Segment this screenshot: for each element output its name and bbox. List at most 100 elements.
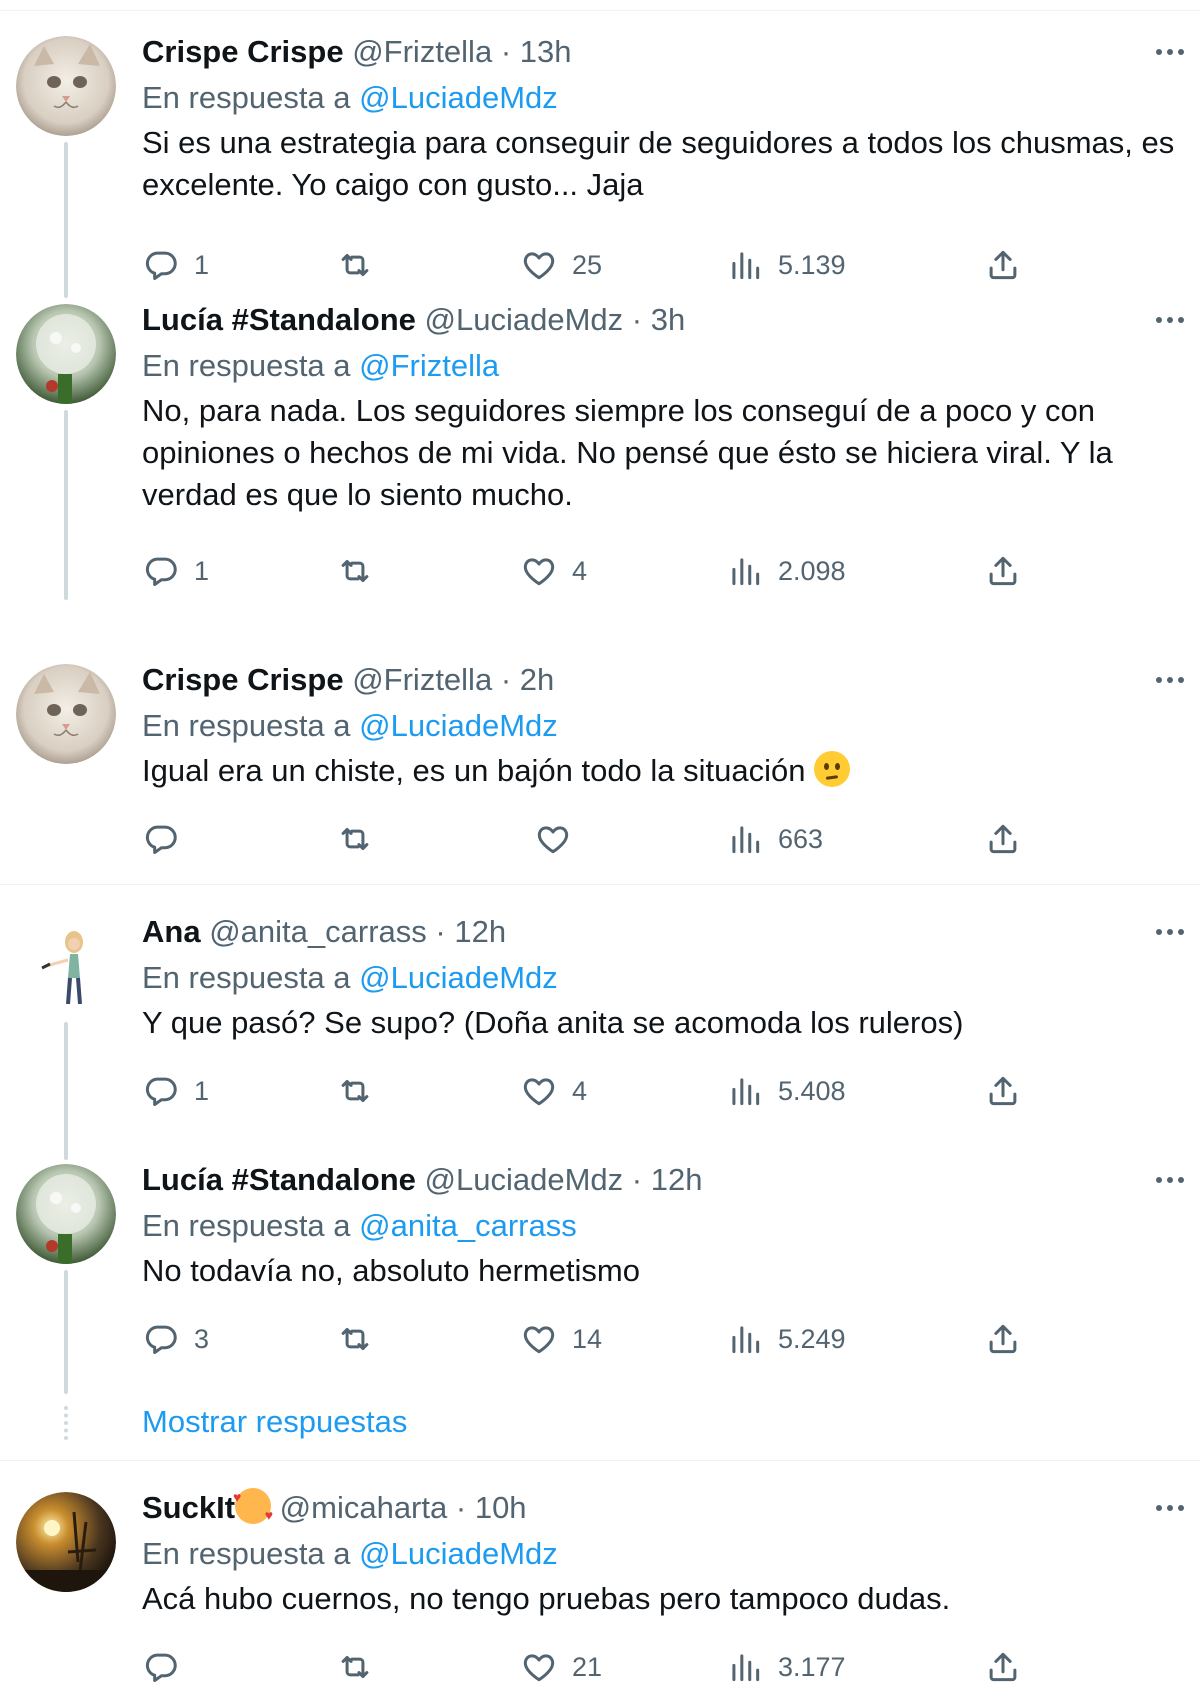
reply-icon bbox=[142, 820, 180, 858]
tweet-actions: 1 25 5.139 bbox=[142, 240, 1042, 290]
thread-line bbox=[64, 1022, 68, 1160]
author-handle[interactable]: @anita_carrass bbox=[209, 914, 427, 949]
mention-link[interactable]: @Friztella bbox=[359, 348, 499, 383]
confused-face-emoji-icon bbox=[814, 751, 851, 787]
author-handle[interactable]: @LuciadeMdz bbox=[425, 302, 624, 337]
views-count: 5.139 bbox=[778, 249, 846, 280]
timestamp[interactable]: 2h bbox=[520, 662, 554, 697]
tweet-content: Lucía #Standalone @LuciadeMdz · 12h En r… bbox=[142, 1160, 1180, 1292]
like-button[interactable]: 14 bbox=[520, 1314, 602, 1364]
mention-link[interactable]: @LuciadeMdz bbox=[359, 960, 558, 995]
more-icon[interactable] bbox=[1146, 300, 1194, 340]
timestamp[interactable]: 12h bbox=[651, 1162, 703, 1197]
reply-icon bbox=[142, 552, 180, 590]
like-button[interactable] bbox=[534, 814, 586, 864]
like-count: 4 bbox=[572, 555, 588, 586]
like-icon bbox=[520, 552, 558, 590]
more-icon[interactable] bbox=[1146, 1488, 1194, 1528]
author-name[interactable]: SuckIt bbox=[142, 1490, 235, 1525]
bitmoji-avatar[interactable] bbox=[16, 916, 116, 1016]
sunset-avatar[interactable] bbox=[16, 1492, 116, 1592]
author-name[interactable]: Ana bbox=[142, 914, 201, 949]
mention-link[interactable]: @LuciadeMdz bbox=[359, 1536, 558, 1571]
share-button[interactable] bbox=[984, 240, 1022, 290]
like-icon bbox=[520, 1648, 558, 1686]
flower-avatar[interactable] bbox=[16, 304, 116, 404]
replying-to-label: En respuesta a bbox=[142, 348, 351, 383]
retweet-button[interactable] bbox=[336, 546, 388, 596]
tweet-content: Ana @anita_carrass · 12h En respuesta a … bbox=[142, 912, 1180, 1044]
reply-button[interactable]: 1 bbox=[142, 1066, 209, 1116]
cat-avatar[interactable] bbox=[16, 664, 116, 764]
tweet-content: Crispe Crispe @Friztella · 13h En respue… bbox=[142, 32, 1180, 206]
share-button[interactable] bbox=[984, 1314, 1022, 1364]
views-icon bbox=[726, 1648, 764, 1686]
views-icon bbox=[726, 820, 764, 858]
views-button[interactable]: 2.098 bbox=[726, 546, 846, 596]
retweet-icon bbox=[336, 246, 374, 284]
like-button[interactable]: 21 bbox=[520, 1642, 602, 1692]
author-name[interactable]: Lucía #Standalone bbox=[142, 1162, 416, 1197]
thread-divider bbox=[0, 884, 1200, 885]
views-button[interactable]: 3.177 bbox=[726, 1642, 846, 1692]
reply-button[interactable] bbox=[142, 814, 194, 864]
like-count: 4 bbox=[572, 1075, 588, 1106]
retweet-icon bbox=[336, 1320, 374, 1358]
author-name[interactable]: Crispe Crispe bbox=[142, 662, 344, 697]
more-icon[interactable] bbox=[1146, 912, 1194, 952]
reply-count: 1 bbox=[194, 555, 210, 586]
mention-link[interactable]: @LuciadeMdz bbox=[359, 708, 558, 743]
views-count: 2.098 bbox=[778, 555, 846, 586]
timestamp[interactable]: 13h bbox=[520, 34, 572, 69]
author-name[interactable]: Lucía #Standalone bbox=[142, 302, 416, 337]
more-icon[interactable] bbox=[1146, 1160, 1194, 1200]
reply-button[interactable]: 1 bbox=[142, 546, 209, 596]
retweet-button[interactable] bbox=[336, 240, 388, 290]
author-handle[interactable]: @LuciadeMdz bbox=[425, 1162, 624, 1197]
mention-link[interactable]: @LuciadeMdz bbox=[359, 80, 558, 115]
flower-avatar[interactable] bbox=[16, 1164, 116, 1264]
timestamp[interactable]: 10h bbox=[475, 1490, 527, 1525]
author-handle[interactable]: @Friztella bbox=[352, 662, 492, 697]
timestamp[interactable]: 3h bbox=[651, 302, 685, 337]
share-button[interactable] bbox=[984, 546, 1022, 596]
mention-link[interactable]: @anita_carrass bbox=[359, 1208, 577, 1243]
reply-button[interactable]: 1 bbox=[142, 240, 209, 290]
tweet-header: Crispe Crispe @Friztella · 13h bbox=[142, 32, 1180, 72]
views-button[interactable]: 5.139 bbox=[726, 240, 846, 290]
views-button[interactable]: 663 bbox=[726, 814, 823, 864]
timestamp[interactable]: 12h bbox=[454, 914, 506, 949]
like-count: 25 bbox=[572, 249, 603, 280]
share-button[interactable] bbox=[984, 1642, 1022, 1692]
tweet-header: SuckIt @micaharta · 10h bbox=[142, 1488, 1180, 1528]
share-button[interactable] bbox=[984, 1066, 1022, 1116]
tweet-actions: 1 4 5.408 bbox=[142, 1066, 1042, 1116]
show-replies-link[interactable]: Mostrar respuestas bbox=[142, 1402, 407, 1442]
views-button[interactable]: 5.249 bbox=[726, 1314, 846, 1364]
author-name[interactable]: Crispe Crispe bbox=[142, 34, 344, 69]
like-button[interactable]: 4 bbox=[520, 546, 587, 596]
cat-avatar[interactable] bbox=[16, 36, 116, 136]
retweet-button[interactable] bbox=[336, 1314, 388, 1364]
reply-button[interactable]: 3 bbox=[142, 1314, 209, 1364]
retweet-button[interactable] bbox=[336, 814, 388, 864]
retweet-button[interactable] bbox=[336, 1066, 388, 1116]
share-icon bbox=[984, 820, 1022, 858]
views-icon bbox=[726, 1072, 764, 1110]
views-button[interactable]: 5.408 bbox=[726, 1066, 846, 1116]
separator: · bbox=[455, 1490, 467, 1525]
reply-button[interactable] bbox=[142, 1642, 194, 1692]
reply-context: En respuesta a @anita_carrass bbox=[142, 1206, 1180, 1246]
tweet-text: Y que pasó? Se supo? (Doña anita se acom… bbox=[142, 1005, 964, 1040]
share-icon bbox=[984, 246, 1022, 284]
like-button[interactable]: 4 bbox=[520, 1066, 587, 1116]
author-handle[interactable]: @micaharta bbox=[280, 1490, 448, 1525]
more-icon[interactable] bbox=[1146, 32, 1194, 72]
author-handle[interactable]: @Friztella bbox=[352, 34, 492, 69]
retweet-button[interactable] bbox=[336, 1642, 388, 1692]
replying-to-label: En respuesta a bbox=[142, 708, 351, 743]
share-button[interactable] bbox=[984, 814, 1022, 864]
more-icon[interactable] bbox=[1146, 660, 1194, 700]
reply-context: En respuesta a @LuciadeMdz bbox=[142, 78, 1180, 118]
like-button[interactable]: 25 bbox=[520, 240, 602, 290]
